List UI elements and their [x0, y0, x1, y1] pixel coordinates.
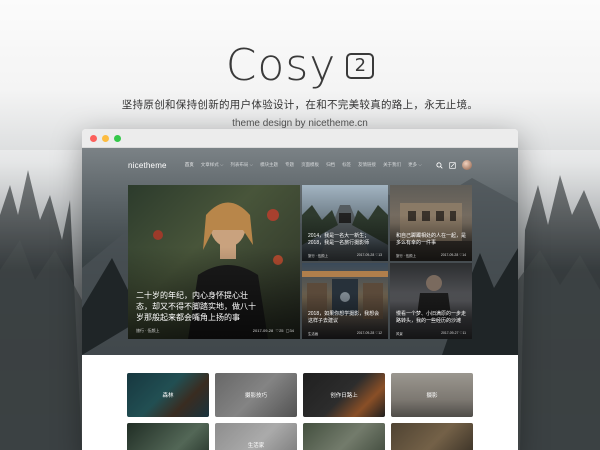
window-titlebar: [82, 129, 518, 148]
featured-main-card[interactable]: 二十岁的年纪，内心身怀提心壮态，却又不得不脚踏实地，做八十岁那般起来都会嘴角上扬…: [128, 185, 300, 339]
credit-line: theme design by nicetheme.cn: [232, 118, 368, 129]
featured-grid: 二十岁的年纪，内心身怀提心壮态，却又不得不脚踏实地，做八十岁那般起来都会嘴角上扬…: [128, 185, 472, 339]
browser-window: nicetheme 首页 文章样式 ⌵ 列表布局 ⌵ 模块主题 专题 页面模板 …: [82, 129, 518, 450]
card-stats: 2017-09-28 ♡13: [357, 253, 382, 258]
side-card-meta: 生活画 2017-09-28 ♡12: [308, 331, 382, 336]
card-date: 2017-09-27: [441, 331, 459, 335]
nav-tools: [436, 160, 472, 170]
search-icon[interactable]: [436, 161, 443, 169]
nav-item-archive[interactable]: 归档: [326, 162, 335, 168]
site-logo[interactable]: nicetheme: [128, 161, 167, 170]
card-likes: 14: [462, 253, 466, 257]
nav-item-module-theme[interactable]: 模块主题: [260, 162, 278, 168]
category-card[interactable]: [127, 423, 209, 450]
side-card-title: 慢看一个梦、小旧满原的一步走路转头，我的一些经历的沙滩: [396, 311, 467, 324]
logo-word: Cosy: [225, 40, 337, 91]
card-stats: 2017-09-28 ♡14: [441, 253, 466, 258]
card-author: 风景: [396, 332, 403, 336]
side-card-meta: 风景 2017-09-27 ♡11: [396, 331, 466, 336]
card-veil: [127, 423, 209, 450]
card-date: 2017-09-28: [252, 328, 274, 333]
featured-side-card[interactable]: 2018，如果你想学摄影，我想会这样子去建议 生活画 2017-09-28 ♡1…: [302, 263, 388, 339]
nav-item-about[interactable]: 关于我们: [383, 162, 401, 168]
user-avatar[interactable]: [462, 160, 472, 170]
side-card-title: 和自己踯躅相处的人在一起，是多么有幸的一件事: [396, 233, 467, 246]
card-date: 2017-09-28: [356, 331, 375, 335]
slogan: 坚持原创和保持创新的用户体验设计，在和不完美较真的路上，永无止境。: [121, 99, 479, 111]
nav-item-home[interactable]: 首页: [185, 162, 194, 168]
side-card-meta: 旅行 · 伍颜上 2017-09-28 ♡14: [396, 253, 466, 258]
card-stats: 2017-09-28 ♡25 ▢34: [253, 328, 294, 334]
side-card-meta: 旅行 · 伍颜上 2017-09-28 ♡13: [308, 253, 382, 258]
hero-section: nicetheme 首页 文章样式 ⌵ 列表布局 ⌵ 模块主题 专题 页面模板 …: [82, 148, 518, 355]
category-grid: 森林 摄影技巧 创作日路上 摄影 生活家: [82, 355, 518, 450]
site-navbar: nicetheme 首页 文章样式 ⌵ 列表布局 ⌵ 模块主题 专题 页面模板 …: [82, 148, 518, 182]
category-card[interactable]: [391, 423, 473, 450]
card-stats: 2017-09-28 ♡12: [357, 331, 382, 336]
nav-item-tags[interactable]: 标签: [342, 162, 351, 168]
category-card[interactable]: 创作日路上: [303, 373, 385, 417]
card-likes: 25: [279, 328, 284, 333]
card-author: 旅行 · 伍颜上: [308, 254, 328, 258]
category-label: 创作日路上: [330, 393, 358, 399]
card-likes: 12: [378, 331, 382, 335]
close-dot[interactable]: [90, 134, 97, 142]
featured-side-card[interactable]: 和自己踯躅相处的人在一起，是多么有幸的一件事 旅行 · 伍颜上 2017-09-…: [390, 185, 472, 261]
card-stats: 2017-09-27 ♡11: [441, 331, 466, 336]
side-card-title: 2014，我是一名大一新生；2018，我是一名旅行摄影师: [308, 233, 370, 246]
maximize-dot[interactable]: [114, 134, 121, 142]
version-badge: 2: [346, 52, 375, 79]
nav-item-links[interactable]: 友情链接: [358, 162, 376, 168]
nav-menu: 首页 文章样式 ⌵ 列表布局 ⌵ 模块主题 专题 页面模板 归档 标签 友情链接…: [185, 162, 436, 168]
category-card[interactable]: 森林: [127, 373, 209, 417]
category-label: 摄影: [426, 393, 438, 399]
category-label: 摄影技巧: [244, 393, 267, 399]
product-logo: Cosy 2: [226, 40, 375, 91]
category-label: 生活家: [247, 443, 265, 449]
card-author: 旅行 · 伍颜上: [396, 254, 416, 258]
card-date: 2017-09-28: [356, 253, 375, 257]
card-author: 生活画: [308, 332, 319, 336]
card-veil: [303, 423, 385, 450]
edit-icon[interactable]: [449, 161, 456, 169]
category-card[interactable]: 摄影技巧: [215, 373, 297, 417]
nav-item-page-templates[interactable]: 页面模板: [301, 162, 319, 168]
card-veil: [391, 423, 473, 450]
category-card[interactable]: 生活家: [215, 423, 297, 450]
card-author: 旅行 · 伍颜上: [136, 328, 160, 333]
category-label: 森林: [162, 393, 174, 399]
featured-main-meta: 旅行 · 伍颜上 2017-09-28 ♡25 ▢34: [136, 328, 294, 334]
category-card[interactable]: [303, 423, 385, 450]
card-likes: 13: [378, 253, 382, 257]
featured-main-title: 二十岁的年纪，内心身怀提心壮态，却又不得不脚踏实地，做八十岁那般起来都会嘴角上扬…: [136, 291, 256, 322]
nav-item-topics[interactable]: 专题: [285, 162, 294, 168]
featured-side-card[interactable]: 2014，我是一名大一新生；2018，我是一名旅行摄影师 旅行 · 伍颜上 20…: [302, 185, 388, 261]
card-date: 2017-09-28: [440, 253, 459, 257]
side-card-title: 2018，如果你想学摄影，我想会这样子去建议: [308, 311, 380, 324]
nav-item-more[interactable]: 更多 ⌵: [408, 162, 422, 168]
nav-item-list-layout[interactable]: 列表布局 ⌵: [230, 162, 253, 168]
card-likes: 11: [462, 331, 466, 335]
nav-item-article-style[interactable]: 文章样式 ⌵: [201, 162, 224, 168]
featured-side-card[interactable]: 慢看一个梦、小旧满原的一步走路转头，我的一些经历的沙滩 风景 2017-09-2…: [390, 263, 472, 339]
minimize-dot[interactable]: [102, 134, 109, 142]
card-comments: 34: [289, 328, 294, 333]
brand-header: Cosy 2 坚持原创和保持创新的用户体验设计，在和不完美较真的路上，永无止境。…: [0, 40, 600, 129]
category-card[interactable]: 摄影: [391, 373, 473, 417]
